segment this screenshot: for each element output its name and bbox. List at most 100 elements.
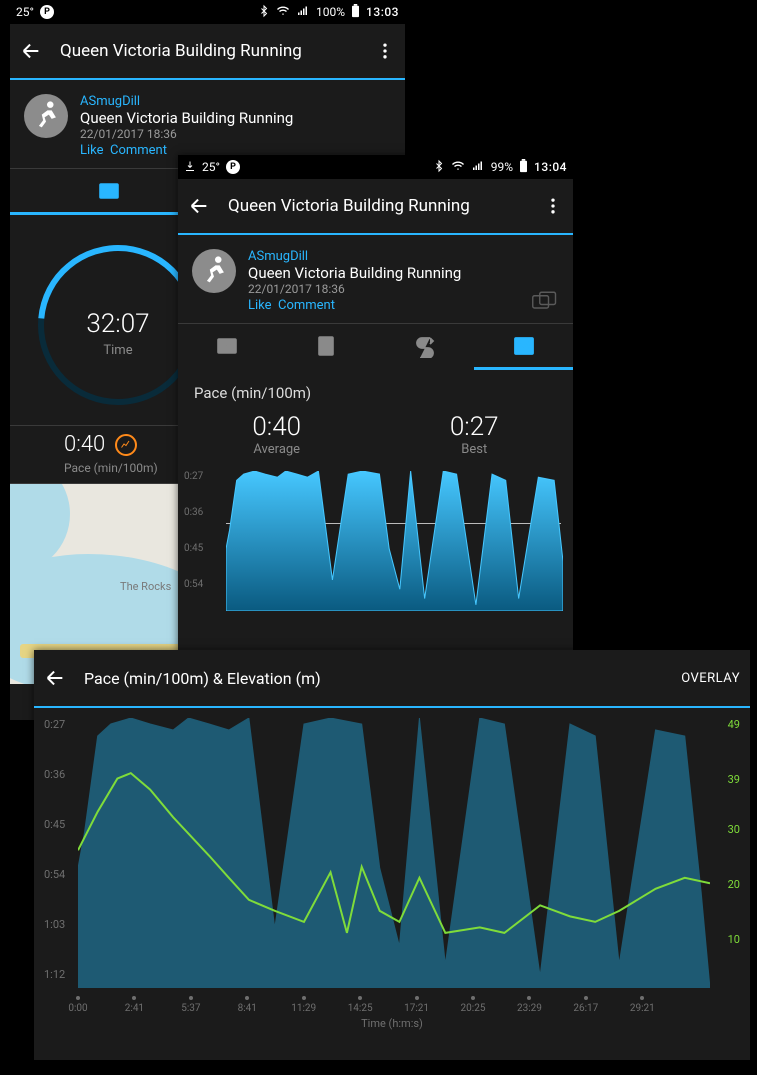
share-icon[interactable] xyxy=(531,289,559,317)
pace-best-label: Best xyxy=(450,442,499,457)
pace-mini-chart[interactable]: 0:27 0:36 0:45 0:54 xyxy=(178,471,573,611)
y-right-tick: 39 xyxy=(728,773,740,786)
tab-details[interactable] xyxy=(277,324,376,370)
app-bar: Pace (min/100m) & Elevation (m) OVERLAY xyxy=(34,650,750,706)
p-badge-icon: P xyxy=(226,160,240,174)
battery-percent: 100% xyxy=(316,5,345,19)
clock: 13:04 xyxy=(534,160,567,174)
y-left-tick: 0:27 xyxy=(44,718,65,731)
battery-icon xyxy=(519,159,528,176)
time-label: Time xyxy=(44,343,192,358)
temperature: 25° xyxy=(202,160,220,174)
app-bar: Queen Victoria Building Running xyxy=(178,179,573,233)
signal-icon xyxy=(471,160,485,175)
x-tick-label: 5:37 xyxy=(181,1003,200,1014)
more-icon[interactable] xyxy=(375,41,395,61)
activity-title: Queen Victoria Building Running xyxy=(80,109,293,127)
y-left-tick: 0:54 xyxy=(44,868,65,881)
x-tick-dot xyxy=(358,996,362,1000)
time-value: 32:07 xyxy=(44,309,192,339)
activity-date: 22/01/2017 18:36 xyxy=(248,282,461,296)
temperature: 25° xyxy=(16,5,34,19)
bluetooth-icon xyxy=(258,4,270,21)
x-axis-title: Time (h:m:s) xyxy=(44,1017,740,1030)
x-tick-dot xyxy=(76,996,80,1000)
battery-icon xyxy=(351,4,360,21)
activity-date: 22/01/2017 18:36 xyxy=(80,127,293,141)
x-tick-dot xyxy=(584,996,588,1000)
download-icon xyxy=(184,159,196,176)
y-tick: 0:45 xyxy=(184,543,203,554)
page-title: Queen Victoria Building Running xyxy=(60,41,357,61)
tab-charts[interactable] xyxy=(474,324,573,370)
signal-icon xyxy=(296,5,310,20)
app-bar: Queen Victoria Building Running xyxy=(10,24,405,78)
pace-elevation-chart[interactable]: 0:27 0:36 0:45 0:54 1:03 1:12 49 39 30 2… xyxy=(44,718,740,1028)
x-tick-label: 0:00 xyxy=(68,1003,87,1014)
back-icon[interactable] xyxy=(44,667,66,689)
y-left-tick: 0:45 xyxy=(44,818,65,831)
avatar[interactable] xyxy=(24,94,68,138)
y-right-tick: 30 xyxy=(728,823,740,836)
username[interactable]: ASmugDill xyxy=(248,249,461,264)
y-left-tick: 1:12 xyxy=(44,968,65,981)
tab-summary[interactable] xyxy=(178,324,277,370)
x-tick-label: 29:21 xyxy=(630,1003,655,1014)
back-icon[interactable] xyxy=(188,195,210,217)
pace-best-value: 0:27 xyxy=(450,412,499,442)
x-tick-label: 8:41 xyxy=(238,1003,257,1014)
y-tick: 0:54 xyxy=(184,579,203,590)
comment-link[interactable]: Comment xyxy=(110,143,167,158)
pace-stats: 0:40 Average 0:27 Best xyxy=(178,408,573,471)
like-link[interactable]: Like xyxy=(248,298,272,313)
x-tick-dot xyxy=(415,996,419,1000)
x-tick-label: 11:29 xyxy=(291,1003,316,1014)
wifi-icon xyxy=(451,160,465,175)
pace-trend-icon xyxy=(115,434,137,456)
status-bar: 25° P 100% 13:03 xyxy=(10,0,405,24)
pace-section-title: Pace (min/100m) xyxy=(178,370,573,408)
accent-divider xyxy=(34,706,750,708)
comment-link[interactable]: Comment xyxy=(278,298,335,313)
page-title: Queen Victoria Building Running xyxy=(228,196,525,216)
x-tick-label: 2:41 xyxy=(125,1003,144,1014)
page-title: Pace (min/100m) & Elevation (m) xyxy=(84,669,663,688)
pace-value: 0:40 xyxy=(64,432,105,457)
y-right-tick: 10 xyxy=(728,933,740,946)
activity-post: ASmugDill Queen Victoria Building Runnin… xyxy=(178,235,573,323)
activity-title: Queen Victoria Building Running xyxy=(248,264,461,282)
tabs xyxy=(178,324,573,370)
pace-avg-value: 0:40 xyxy=(252,412,301,442)
time-ring: 32:07 Time xyxy=(38,245,198,405)
clock: 13:03 xyxy=(366,5,399,19)
y-right-tick: 49 xyxy=(728,718,740,731)
tab-laps[interactable] xyxy=(376,324,475,370)
x-tick-dot xyxy=(245,996,249,1000)
map-place-label: The Rocks xyxy=(120,580,171,593)
x-tick-dot xyxy=(640,996,644,1000)
x-tick-dot xyxy=(132,996,136,1000)
y-right-tick: 20 xyxy=(728,878,740,891)
username[interactable]: ASmugDill xyxy=(80,94,293,109)
x-tick-label: 23:29 xyxy=(517,1003,542,1014)
pace-avg-label: Average xyxy=(252,442,301,457)
bluetooth-icon xyxy=(433,159,445,176)
x-tick-label: 20:25 xyxy=(461,1003,486,1014)
avatar[interactable] xyxy=(192,249,236,293)
p-badge-icon: P xyxy=(40,5,54,19)
y-tick: 0:27 xyxy=(184,471,203,482)
x-tick-label: 26:17 xyxy=(573,1003,598,1014)
like-link[interactable]: Like xyxy=(80,143,104,158)
overlay-button[interactable]: OVERLAY xyxy=(681,671,740,686)
back-icon[interactable] xyxy=(20,40,42,62)
status-bar: 25° P 99% 13:04 xyxy=(178,155,573,179)
y-tick: 0:36 xyxy=(184,507,203,518)
x-tick-label: 17:21 xyxy=(404,1003,429,1014)
x-tick-dot xyxy=(189,996,193,1000)
more-icon[interactable] xyxy=(543,196,563,216)
battery-percent: 99% xyxy=(491,160,513,174)
x-tick-dot xyxy=(302,996,306,1000)
wifi-icon xyxy=(276,5,290,20)
y-left-tick: 0:36 xyxy=(44,768,65,781)
x-tick-label: 14:25 xyxy=(348,1003,373,1014)
